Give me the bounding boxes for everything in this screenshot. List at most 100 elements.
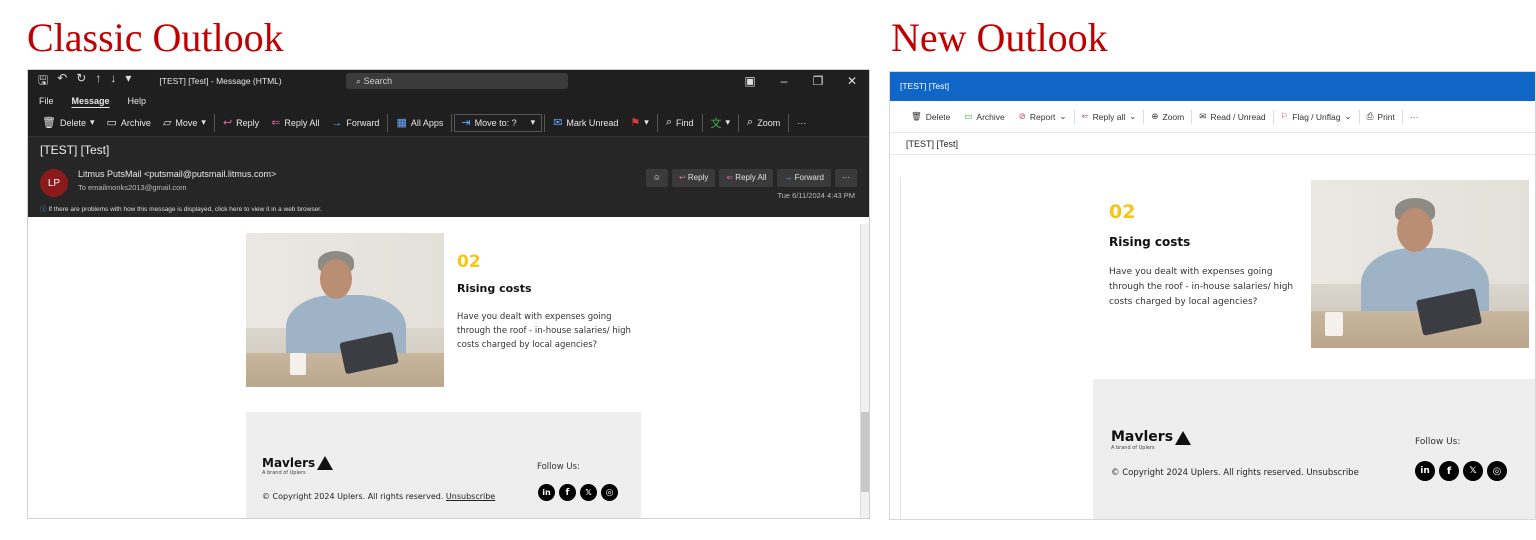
reply-all-icon: ⇐ [1081, 111, 1089, 121]
header-reply-all-button[interactable]: ⇐ Reply All [719, 169, 774, 187]
instagram-icon[interactable]: ◎ [1487, 461, 1507, 481]
trash-icon: 🗑 [911, 111, 922, 121]
new-more-button[interactable]: ··· [1403, 112, 1426, 122]
react-button[interactable]: ☺ [645, 169, 668, 187]
apps-grid-icon: ▦ [396, 117, 407, 129]
trash-icon: 🗑 [42, 117, 56, 129]
menu-message[interactable]: Message [72, 96, 110, 106]
find-button[interactable]: ⌕ Find [660, 116, 700, 129]
linkedin-icon[interactable]: in [538, 484, 555, 501]
classic-menu-bar: File Message Help [28, 92, 869, 109]
ellipsis-icon: ··· [842, 173, 850, 182]
new-subject: [TEST] [Test] [890, 133, 1535, 155]
menu-file[interactable]: File [39, 96, 54, 106]
delete-button[interactable]: 🗑 Delete ▾ [36, 116, 101, 129]
chevron-down-icon: ▾ [644, 117, 649, 127]
copyright-text: © Copyright 2024 Uplers. All rights rese… [262, 492, 496, 501]
new-reply-all-button[interactable]: ⇐ Reply all ⌄ [1075, 111, 1144, 122]
ribbon-divider [544, 113, 546, 132]
classic-info-bar[interactable]: ⓘ If there are problems with how this me… [28, 203, 869, 217]
classic-scrollbar[interactable] [860, 224, 869, 518]
social-icons: in f 𝕏 ◎ [1415, 461, 1507, 481]
ribbon-divider [656, 113, 658, 132]
copyright-text: © Copyright 2024 Uplers. All rights rese… [1111, 468, 1359, 478]
reply-all-button[interactable]: ⇐ Reply All [265, 116, 325, 129]
x-icon[interactable]: 𝕏 [1463, 461, 1483, 481]
chevron-down-icon: ⌄ [1129, 111, 1137, 121]
restore-icon[interactable]: ❐ [801, 74, 835, 88]
unsubscribe-link[interactable]: Unsubscribe [446, 492, 495, 501]
envelope-open-icon: ✉ [1199, 111, 1207, 121]
header-forward-button[interactable]: → Forward [777, 169, 831, 187]
save-icon[interactable]: 🖫 [38, 71, 48, 92]
social-icons: in f 𝕏 ◎ [538, 484, 618, 501]
classic-sender-header: LP Litmus PutsMail <putsmail@putsmail.li… [28, 163, 869, 203]
scrollbar-thumb[interactable] [861, 412, 869, 492]
reply-icon: ↩ [222, 117, 233, 129]
new-print-button[interactable]: ⎙ Print [1360, 111, 1402, 122]
header-reply-button[interactable]: ↩ Reply [671, 169, 716, 187]
undo-icon[interactable]: ↶ [57, 71, 67, 92]
x-icon[interactable]: 𝕏 [580, 484, 597, 501]
header-more-button[interactable]: ··· [835, 169, 857, 187]
section-paragraph: Have you dealt with expenses going throu… [1109, 267, 1294, 307]
close-icon[interactable]: ✕ [835, 74, 869, 88]
linkedin-icon[interactable]: in [1415, 461, 1435, 481]
new-archive-button[interactable]: ▭ Archive [957, 111, 1011, 122]
down-arrow-icon[interactable]: ↓ [110, 71, 116, 92]
ribbon-divider [451, 113, 453, 132]
all-apps-button[interactable]: ▦ All Apps [390, 116, 449, 129]
ribbon-divider [213, 113, 215, 132]
sender-avatar: LP [40, 169, 68, 197]
email-footer: Mavlers A brand of Uplers © Copyright 20… [1093, 379, 1535, 519]
emoji-icon: ☺ [652, 173, 661, 182]
minimize-icon[interactable]: – [767, 74, 801, 88]
new-read-unread-button[interactable]: ✉ Read / Unread [1192, 111, 1272, 122]
envelope-icon: ✉ [553, 117, 563, 129]
new-toolbar: 🗑 Delete ▭ Archive ⊘ Report ⌄ ⇐ Reply all ⌄ ⊕ Z… [890, 101, 1535, 133]
new-zoom-button[interactable]: ⊕ Zoom [1144, 111, 1191, 122]
archive-icon: ▭ [106, 117, 117, 129]
ribbon-divider [738, 113, 740, 132]
translate-button[interactable]: 文 ▾ [705, 115, 737, 131]
facebook-icon[interactable]: f [559, 484, 576, 501]
classic-window-title: [TEST] [Test] - Message (HTML) [159, 76, 282, 86]
forward-icon: → [784, 173, 795, 182]
ribbon-divider [387, 113, 389, 132]
flag-icon: ⚐ [1280, 111, 1289, 121]
printer-icon: ⎙ [1366, 111, 1374, 121]
facebook-icon[interactable]: f [1439, 461, 1459, 481]
menu-help[interactable]: Help [128, 96, 147, 106]
instagram-icon[interactable]: ◎ [601, 484, 618, 501]
new-flag-button[interactable]: ⚐ Flag / Unflag ⌄ [1274, 111, 1359, 122]
move-to-dropdown[interactable]: ⇥ Move to: ? ▾ [454, 113, 543, 132]
ribbon-display-icon[interactable]: ▣ [733, 74, 767, 88]
translate-icon: 文 [710, 117, 722, 130]
new-outlook-window: [TEST] [Test] 🗑 Delete ▭ Archive ⊘ Report ⌄ … [889, 71, 1536, 520]
section-number: 02 [457, 252, 481, 272]
new-message-body: 02 Rising costs Have you dealt with expe… [900, 177, 1535, 519]
zoom-icon: ⊕ [1151, 111, 1159, 121]
customize-icon[interactable]: ▾ [125, 71, 131, 92]
zoom-button[interactable]: ⌕ Zoom [741, 116, 786, 129]
move-button[interactable]: ▱ Move ▾ [157, 116, 212, 129]
forward-button[interactable]: → Forward [325, 117, 385, 129]
new-delete-button[interactable]: 🗑 Delete [904, 111, 957, 122]
new-report-button[interactable]: ⊘ Report ⌄ [1012, 111, 1074, 122]
archive-button[interactable]: ▭ Archive [101, 116, 157, 129]
classic-message-body: 02 Rising costs Have you dealt with expe… [28, 224, 869, 518]
classic-search-input[interactable]: ⌕ Search [346, 73, 568, 89]
chevron-down-icon: ▾ [89, 117, 95, 127]
email-hero-image [1311, 180, 1529, 348]
move-to-icon: ⇥ [461, 117, 471, 129]
comparison-canvas: Classic Outlook New Outlook 🖫 ↶ ↻ ↑ ↓ ▾ … [0, 0, 1536, 540]
unsubscribe-link[interactable]: Unsubscribe [1306, 468, 1358, 478]
more-options-button[interactable]: ··· [791, 118, 812, 128]
follow-us-label: Follow Us: [1415, 437, 1461, 447]
classic-outlook-heading: Classic Outlook [27, 15, 284, 60]
flag-button[interactable]: ⚑ ▾ [624, 116, 654, 129]
reply-button[interactable]: ↩ Reply [217, 116, 265, 129]
up-arrow-icon[interactable]: ↑ [95, 71, 101, 92]
redo-icon[interactable]: ↻ [76, 71, 86, 92]
mark-unread-button[interactable]: ✉ Mark Unread [547, 116, 624, 129]
